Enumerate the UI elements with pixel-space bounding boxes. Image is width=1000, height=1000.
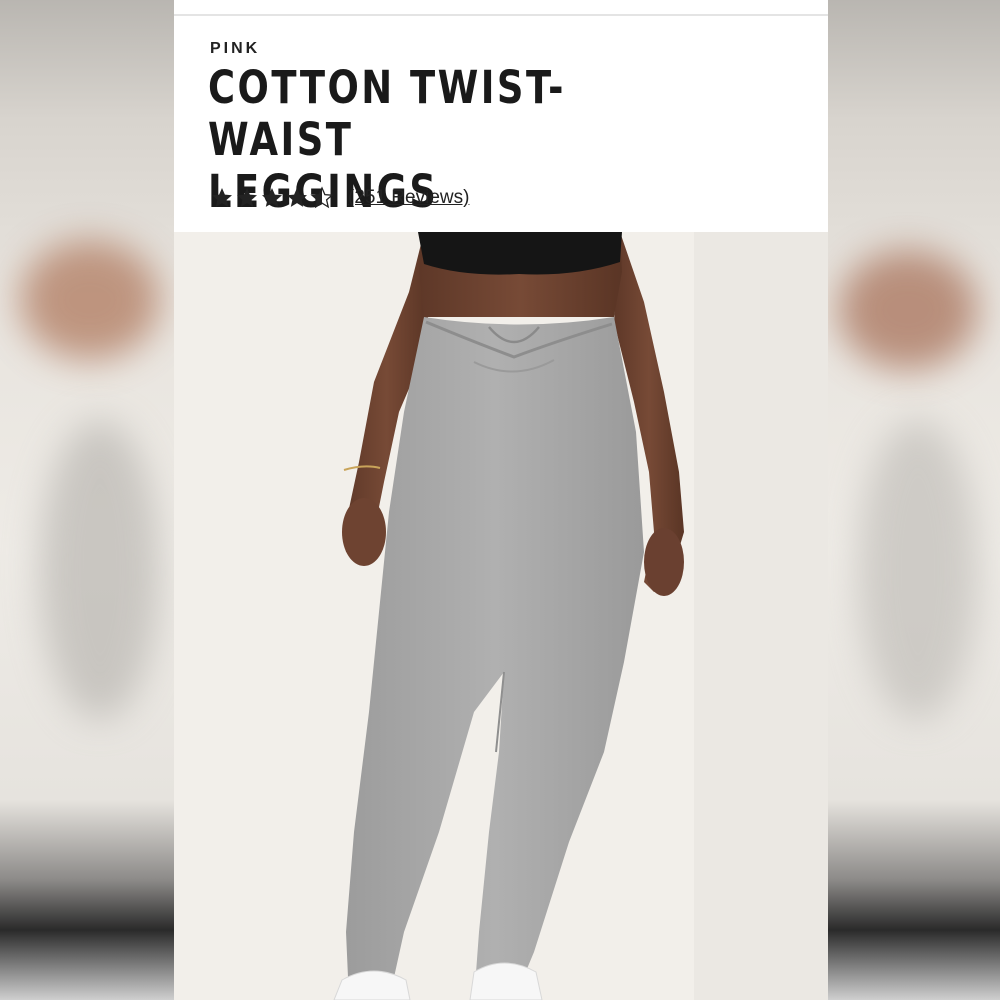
star-icon: [237, 188, 257, 207]
product-image[interactable]: [174, 232, 828, 1000]
blurred-backdrop-left: [0, 0, 174, 1000]
star-rating: [210, 186, 334, 210]
half-star-icon: [310, 186, 334, 209]
divider: [174, 14, 828, 16]
reviews-link[interactable]: (251 Reviews): [348, 187, 469, 209]
brand-label: PINK: [210, 40, 261, 57]
star-icon: [212, 188, 232, 207]
blurred-backdrop-right: [828, 0, 1000, 1000]
star-icon: [287, 188, 307, 207]
model-illustration: [174, 232, 828, 1000]
product-title-line-1: COTTON TWIST-WAIST: [208, 61, 566, 166]
star-icon: [262, 188, 282, 207]
rating-row: (251 Reviews): [210, 185, 469, 211]
product-card: PINK COTTON TWIST-WAIST LEGGINGS (251 Re…: [174, 0, 828, 1000]
